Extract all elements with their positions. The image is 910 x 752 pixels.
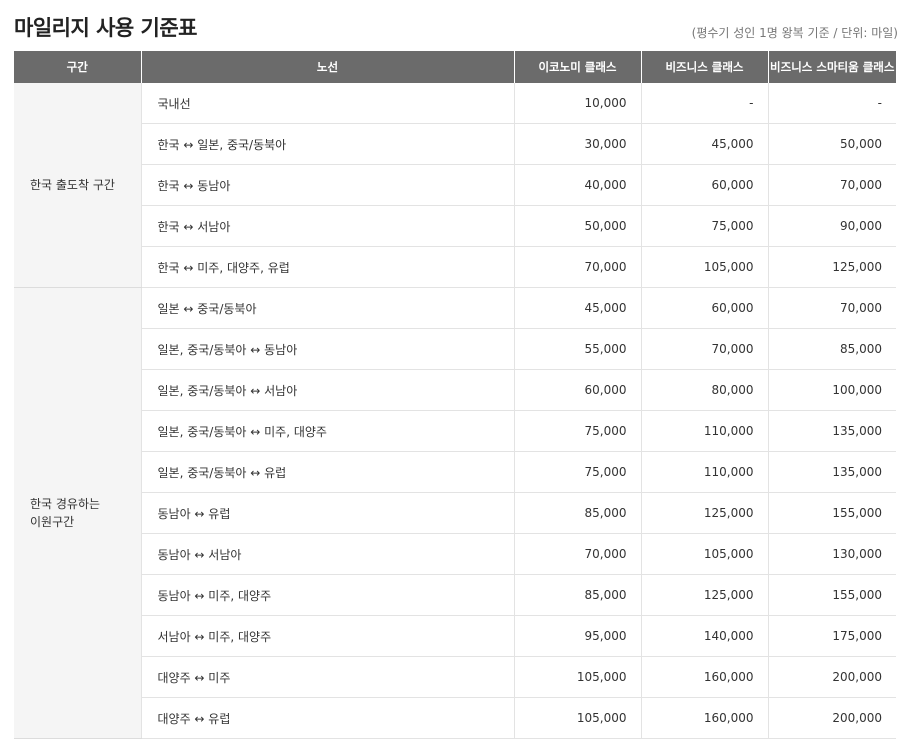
header-economy: 이코노미 클래스: [513, 51, 641, 83]
section-label: 한국 출도착 구간: [14, 83, 141, 288]
economy-cell: 75,000: [513, 410, 641, 452]
route-cell: 한국 ↔ 서남아: [140, 205, 514, 247]
smartium-cell: 135,000: [767, 410, 896, 452]
route-cell: 일본, 중국/동북아 ↔ 동남아: [140, 328, 514, 370]
business-cell: 160,000: [640, 656, 768, 698]
route-cell: 서남아 ↔ 미주, 대양주: [140, 615, 514, 657]
business-cell: 105,000: [640, 246, 768, 288]
header-business: 비즈니스 클래스: [640, 51, 768, 83]
economy-cell: 10,000: [513, 83, 641, 124]
business-cell: 125,000: [640, 574, 768, 616]
table-row: 동남아 ↔ 미주, 대양주 85,000 125,000 155,000: [14, 574, 896, 616]
header-smartium: 비즈니스 스마티움 클래스: [767, 51, 896, 83]
smartium-cell: 50,000: [767, 123, 896, 165]
table-row: 서남아 ↔ 미주, 대양주 95,000 140,000 175,000: [14, 615, 896, 657]
route-cell: 대양주 ↔ 미주: [140, 656, 514, 698]
table-row: 한국 출도착 구간 국내선 10,000- -: [14, 83, 896, 288]
table-row: 한국 ↔ 일본, 중국/동북아 30,000 45,000 50,000: [14, 123, 896, 165]
economy-cell: 95,000: [513, 615, 641, 657]
table-row: 대양주 ↔ 유럽 105,000 160,000 200,000: [14, 697, 896, 739]
route-cell: 동남아 ↔ 서남아: [140, 533, 514, 575]
table-row: 한국 ↔ 서남아 50,000 75,000 90,000: [14, 205, 896, 247]
route-cell: 한국 ↔ 일본, 중국/동북아: [140, 123, 514, 165]
economy-cell: 50,000: [513, 205, 641, 247]
table-row: 동남아 ↔ 유럽 85,000 125,000 155,000: [14, 492, 896, 534]
business-cell: -: [640, 83, 768, 124]
page-header: 마일리지 사용 기준표 (평수기 성인 1명 왕복 기준 / 단위: 마일): [14, 10, 898, 44]
smartium-cell: 100,000: [767, 369, 896, 411]
smartium-cell: 90,000: [767, 205, 896, 247]
business-cell: 125,000: [640, 492, 768, 534]
business-cell: 60,000: [640, 164, 768, 206]
smartium-cell: 85,000: [767, 328, 896, 370]
table-row: 일본, 중국/동북아 ↔ 서남아 60,000 80,000 100,000: [14, 369, 896, 411]
smartium-cell: 125,000: [767, 246, 896, 288]
table-row: 한국 경유하는 이원구간 일본 ↔ 중국/동북아 45,000 60,000 70,00…: [14, 287, 896, 739]
business-cell: 140,000: [640, 615, 768, 657]
business-cell: 45,000: [640, 123, 768, 165]
economy-cell: 40,000: [513, 164, 641, 206]
smartium-cell: 70,000: [767, 287, 896, 329]
route-cell: 국내선: [140, 83, 514, 124]
economy-cell: 60,000: [513, 369, 641, 411]
economy-cell: 105,000: [513, 697, 641, 739]
economy-cell: 85,000: [513, 492, 641, 534]
section-label: 한국 경유하는 이원구간: [14, 287, 141, 739]
route-cell: 동남아 ↔ 유럽: [140, 492, 514, 534]
table-header-row: 구간 노선 이코노미 클래스 비즈니스 클래스 비즈니스 스마티움 클래스: [14, 51, 896, 83]
economy-cell: 75,000: [513, 451, 641, 493]
smartium-cell: 155,000: [767, 492, 896, 534]
smartium-cell: 200,000: [767, 697, 896, 739]
business-cell: 110,000: [640, 451, 768, 493]
economy-cell: 70,000: [513, 533, 641, 575]
route-cell: 동남아 ↔ 미주, 대양주: [140, 574, 514, 616]
header-route: 노선: [140, 51, 514, 83]
table-row: 동남아 ↔ 서남아 70,000 105,000 130,000: [14, 533, 896, 575]
unit-note: (평수기 성인 1명 왕복 기준 / 단위: 마일): [691, 26, 898, 40]
business-cell: 80,000: [640, 369, 768, 411]
table-body: 한국 출도착 구간 국내선 10,000- - 한국 ↔ 일본, 중국/동북아 30,00…: [14, 83, 896, 739]
route-cell: 한국 ↔ 미주, 대양주, 유럽: [140, 246, 514, 288]
page-title: 마일리지 사용 기준표: [14, 16, 198, 40]
economy-cell: 105,000: [513, 656, 641, 698]
economy-cell: 30,000: [513, 123, 641, 165]
table-row: 대양주 ↔ 미주 105,000 160,000 200,000: [14, 656, 896, 698]
smartium-cell: -: [767, 83, 896, 124]
smartium-cell: 70,000: [767, 164, 896, 206]
smartium-cell: 175,000: [767, 615, 896, 657]
route-cell: 일본, 중국/동북아 ↔ 서남아: [140, 369, 514, 411]
table-row: 한국 ↔ 동남아 40,000 60,000 70,000: [14, 164, 896, 206]
mileage-table: 구간 노선 이코노미 클래스 비즈니스 클래스 비즈니스 스마티움 클래스 한국…: [14, 51, 896, 739]
business-cell: 60,000: [640, 287, 768, 329]
table-row: 일본, 중국/동북아 ↔ 유럽 75,000 110,000 135,000: [14, 451, 896, 493]
smartium-cell: 130,000: [767, 533, 896, 575]
smartium-cell: 135,000: [767, 451, 896, 493]
smartium-cell: 200,000: [767, 656, 896, 698]
business-cell: 105,000: [640, 533, 768, 575]
economy-cell: 55,000: [513, 328, 641, 370]
table-row: 일본, 중국/동북아 ↔ 미주, 대양주 75,000 110,000 135,000: [14, 410, 896, 452]
route-cell: 일본 ↔ 중국/동북아: [140, 287, 514, 329]
economy-cell: 70,000: [513, 246, 641, 288]
table-row: 일본, 중국/동북아 ↔ 동남아 55,000 70,000 85,000: [14, 328, 896, 370]
business-cell: 110,000: [640, 410, 768, 452]
economy-cell: 45,000: [513, 287, 641, 329]
business-cell: 75,000: [640, 205, 768, 247]
economy-cell: 85,000: [513, 574, 641, 616]
smartium-cell: 155,000: [767, 574, 896, 616]
route-cell: 일본, 중국/동북아 ↔ 유럽: [140, 451, 514, 493]
business-cell: 160,000: [640, 697, 768, 739]
table-row: 한국 ↔ 미주, 대양주, 유럽 70,000 105,000 125,000: [14, 246, 896, 288]
header-section: 구간: [14, 51, 141, 83]
route-cell: 대양주 ↔ 유럽: [140, 697, 514, 739]
route-cell: 일본, 중국/동북아 ↔ 미주, 대양주: [140, 410, 514, 452]
route-cell: 한국 ↔ 동남아: [140, 164, 514, 206]
business-cell: 70,000: [640, 328, 768, 370]
